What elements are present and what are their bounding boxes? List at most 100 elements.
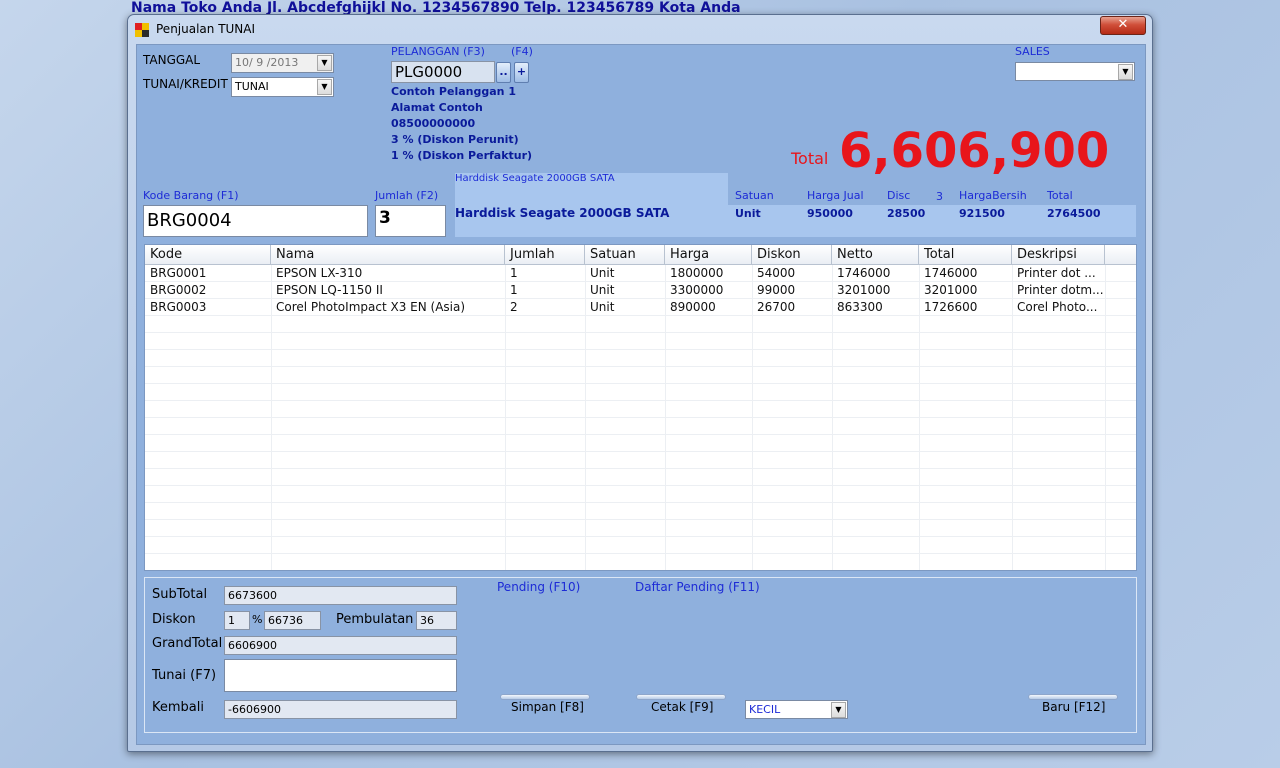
grid-row-divider — [145, 451, 1136, 452]
cell-netto: 1746000 — [837, 266, 891, 280]
pembulatan-field[interactable]: 36 — [416, 611, 457, 630]
col-header-nama[interactable]: Nama — [271, 245, 505, 265]
grid-header: Kode Nama Jumlah Satuan Harga Diskon Net… — [145, 245, 1136, 265]
jumlah-label: Jumlah (F2) — [375, 189, 439, 202]
subtotal-field[interactable]: 6673600 — [224, 586, 457, 605]
add-customer-button[interactable]: + — [514, 62, 529, 83]
col-header-jumlah[interactable]: Jumlah — [505, 245, 585, 265]
grid-row-divider — [145, 383, 1136, 384]
window-title: Penjualan TUNAI — [156, 22, 256, 36]
grid-row-divider — [145, 485, 1136, 486]
cell-nama: Corel PhotoImpact X3 EN (Asia) — [276, 300, 466, 314]
harga-bersih-label: HargaBersih — [959, 189, 1027, 202]
title-bar[interactable]: Penjualan TUNAI ✕ — [128, 15, 1152, 43]
cell-jumlah: 2 — [510, 300, 518, 314]
form-client-area: TANGGAL 10/ 9 /2013 ▼ TUNAI/KREDIT TUNAI… — [136, 44, 1146, 745]
diskon-value-field[interactable]: 66736 — [264, 611, 321, 630]
grid-row-divider — [145, 332, 1136, 333]
cell-nama: EPSON LX-310 — [276, 266, 363, 280]
cell-netto: 3201000 — [837, 283, 891, 297]
kembali-field[interactable]: -6606900 — [224, 700, 457, 719]
grandtotal-label: GrandTotal — [152, 636, 223, 651]
browse-customer-button[interactable]: .. — [496, 62, 511, 83]
sales-window: Penjualan TUNAI ✕ TANGGAL 10/ 9 /2013 ▼ … — [127, 14, 1153, 752]
app-icon — [135, 23, 149, 37]
col-header-kode[interactable]: Kode — [145, 245, 271, 265]
col-header-total[interactable]: Total — [919, 245, 1012, 265]
grid-row-divider — [145, 519, 1136, 520]
grid-row-divider — [145, 366, 1136, 367]
cell-netto: 863300 — [837, 300, 883, 314]
cell-harga: 890000 — [670, 300, 716, 314]
print-size-select[interactable]: KECIL ▼ — [745, 700, 848, 719]
grid-row-divider — [145, 536, 1136, 537]
subtotal-label: SubTotal — [152, 587, 208, 602]
cell-deskripsi: Corel Photo... — [1017, 300, 1098, 314]
tunai-kredit-value: TUNAI — [235, 80, 269, 93]
sales-select[interactable]: ▼ — [1015, 62, 1135, 81]
kembali-label: Kembali — [152, 700, 204, 715]
close-icon: ✕ — [1117, 17, 1129, 32]
customer-phone: 08500000000 — [391, 117, 476, 130]
cell-diskon: 99000 — [757, 283, 796, 297]
col-header-satuan[interactable]: Satuan — [585, 245, 665, 265]
simpan-button-label[interactable]: Simpan [F8] — [511, 700, 584, 714]
percent-symbol: % — [252, 613, 263, 626]
diskon-label: Diskon — [152, 612, 196, 627]
daftar-pending-link[interactable]: Daftar Pending (F11) — [635, 580, 760, 594]
satuan-label: Satuan — [735, 189, 774, 202]
col-header-deskripsi[interactable]: Deskripsi — [1012, 245, 1105, 265]
chevron-down-icon: ▼ — [831, 702, 846, 718]
cell-nama: EPSON LQ-1150 II — [276, 283, 383, 297]
cell-satuan: Unit — [590, 283, 615, 297]
pelanggan-code-input[interactable]: PLG0000 — [391, 61, 495, 83]
table-row[interactable]: BRG0002 EPSON LQ-1150 II 1 Unit 3300000 … — [145, 282, 1136, 299]
cell-diskon: 54000 — [757, 266, 796, 280]
pending-link[interactable]: Pending (F10) — [497, 580, 580, 594]
cell-harga: 3300000 — [670, 283, 724, 297]
customer-address: Alamat Contoh — [391, 101, 483, 114]
kode-barang-label: Kode Barang (F1) — [143, 189, 239, 202]
cell-kode: BRG0002 — [150, 283, 207, 297]
cell-deskripsi: Printer dot ... — [1017, 266, 1096, 280]
table-row[interactable]: BRG0003 Corel PhotoImpact X3 EN (Asia) 2… — [145, 299, 1136, 316]
pembulatan-label: Pembulatan — [336, 612, 414, 627]
tanggal-date-picker[interactable]: 10/ 9 /2013 ▼ — [231, 53, 334, 73]
disc-percent: 3 — [936, 190, 943, 203]
customer-name: Contoh Pelanggan 1 — [391, 85, 516, 98]
harga-jual-value: 950000 — [807, 207, 853, 220]
items-grid[interactable]: Kode Nama Jumlah Satuan Harga Diskon Net… — [144, 244, 1137, 571]
tunai-label: Tunai (F7) — [152, 668, 217, 683]
close-button[interactable]: ✕ — [1100, 16, 1146, 35]
harga-bersih-value: 921500 — [959, 207, 1005, 220]
discount-per-unit: 3 % (Diskon Perunit) — [391, 133, 519, 146]
cetak-button-label[interactable]: Cetak [F9] — [651, 700, 713, 714]
grid-row-divider — [145, 281, 1136, 282]
grid-row-divider — [145, 502, 1136, 503]
tunai-input[interactable] — [224, 659, 457, 692]
tunai-kredit-select[interactable]: TUNAI ▼ — [231, 77, 334, 97]
grandtotal-field[interactable]: 6606900 — [224, 636, 457, 655]
f4-label: (F4) — [511, 45, 533, 58]
col-header-diskon[interactable]: Diskon — [752, 245, 832, 265]
chevron-down-icon: ▼ — [317, 55, 332, 71]
grid-row-divider — [145, 468, 1136, 469]
grid-row-divider — [145, 434, 1136, 435]
table-row[interactable]: BRG0001 EPSON LX-310 1 Unit 1800000 5400… — [145, 265, 1136, 282]
diskon-percent-field[interactable]: 1 — [224, 611, 250, 630]
chevron-down-icon: ▼ — [1118, 64, 1133, 80]
baru-button-label[interactable]: Baru [F12] — [1042, 700, 1105, 714]
cell-jumlah: 1 — [510, 283, 518, 297]
kode-barang-input[interactable]: BRG0004 — [143, 205, 368, 237]
col-header-harga[interactable]: Harga — [665, 245, 752, 265]
chevron-down-icon: ▼ — [317, 79, 332, 95]
jumlah-input[interactable]: 3 — [375, 205, 446, 237]
discount-per-invoice: 1 % (Diskon Perfaktur) — [391, 149, 533, 162]
grid-row-divider — [145, 553, 1136, 554]
item-name-caption: Harddisk Seagate 2000GB SATA — [455, 173, 615, 184]
grid-row-divider — [145, 298, 1136, 299]
line-total-label: Total — [1047, 189, 1073, 202]
grand-total-display: 6,606,900 — [839, 123, 1110, 179]
cell-total: 1726600 — [924, 300, 978, 314]
col-header-netto[interactable]: Netto — [832, 245, 919, 265]
